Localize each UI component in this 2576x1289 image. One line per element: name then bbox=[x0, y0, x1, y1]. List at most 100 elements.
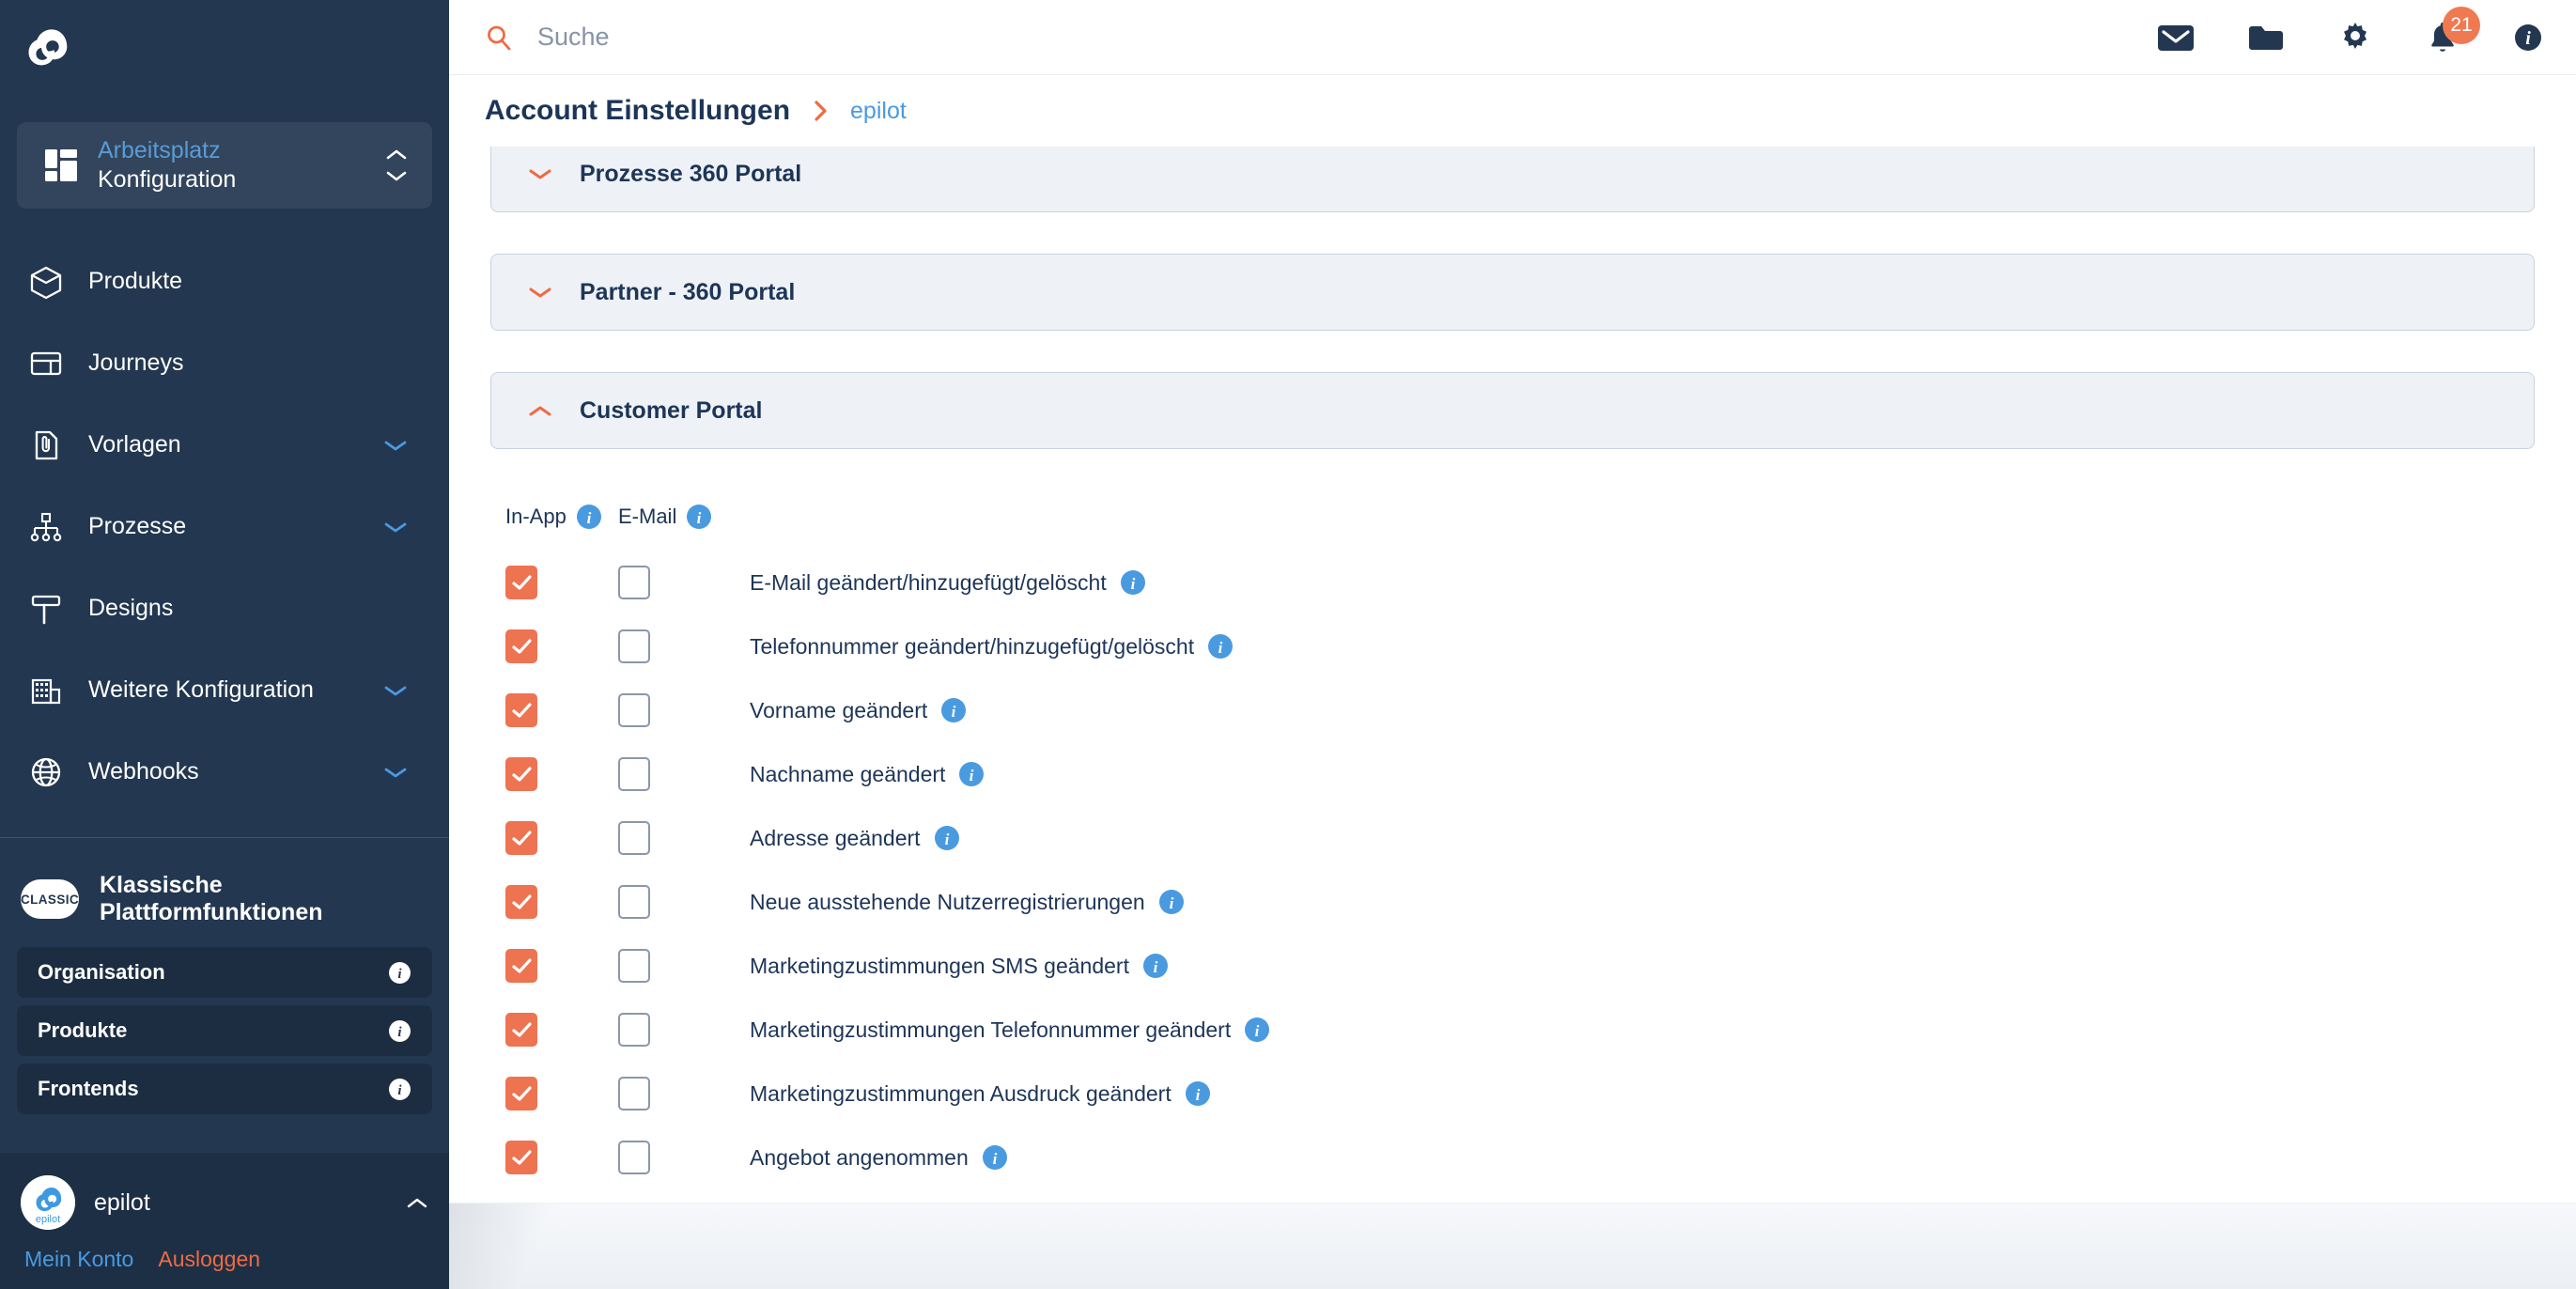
column-label: In-App bbox=[505, 505, 566, 528]
check-icon bbox=[511, 1021, 532, 1037]
workspace-bottom-label: Konfiguration bbox=[98, 166, 237, 193]
table-row: Adresse geändert i bbox=[490, 806, 2535, 870]
gear-icon[interactable] bbox=[2337, 20, 2373, 55]
in-app-checkbox[interactable] bbox=[505, 1141, 537, 1174]
in-app-cell bbox=[505, 1013, 618, 1047]
document-clip-icon bbox=[28, 427, 64, 463]
email-checkbox[interactable] bbox=[618, 885, 650, 919]
info-icon[interactable]: i bbox=[388, 961, 411, 985]
email-checkbox[interactable] bbox=[618, 693, 650, 727]
my-account-link[interactable]: Mein Konto bbox=[24, 1247, 133, 1272]
info-icon[interactable]: i bbox=[1158, 889, 1185, 915]
breadcrumb-link[interactable]: epilot bbox=[850, 98, 907, 125]
in-app-checkbox[interactable] bbox=[505, 566, 537, 599]
email-checkbox[interactable] bbox=[618, 821, 650, 855]
brand-logo[interactable] bbox=[0, 0, 449, 94]
info-icon[interactable]: i bbox=[576, 504, 602, 530]
sidebar-item-label: Webhooks bbox=[88, 758, 199, 784]
sidebar-item-vorlagen[interactable]: Vorlagen bbox=[0, 404, 449, 486]
sidebar-item-webhooks[interactable]: Webhooks bbox=[0, 731, 449, 813]
info-icon[interactable]: i bbox=[940, 697, 967, 723]
in-app-checkbox[interactable] bbox=[505, 757, 537, 791]
email-checkbox[interactable] bbox=[618, 1077, 650, 1110]
chevron-down-icon[interactable] bbox=[383, 520, 408, 534]
in-app-checkbox[interactable] bbox=[505, 821, 537, 855]
row-text: Adresse geändert bbox=[750, 825, 921, 850]
sidebar-item-produkte[interactable]: Produkte bbox=[0, 241, 449, 322]
table-row: Neue ausstehende Nutzerregistrierungen i bbox=[490, 870, 2535, 934]
content-footer bbox=[449, 1203, 2576, 1289]
classic-item-frontends[interactable]: Frontends i bbox=[17, 1064, 432, 1114]
email-cell bbox=[618, 1077, 731, 1110]
info-icon[interactable]: i bbox=[982, 1144, 1008, 1171]
info-icon[interactable]: i bbox=[1244, 1017, 1270, 1043]
section-prozesse-360-portal[interactable]: Prozesse 360 Portal bbox=[490, 147, 2535, 212]
classic-item-produkte[interactable]: Produkte i bbox=[17, 1005, 432, 1056]
check-icon bbox=[511, 830, 532, 846]
classic-section-title: Klassische Plattformfunktionen bbox=[100, 872, 323, 925]
in-app-checkbox[interactable] bbox=[505, 693, 537, 727]
search-input[interactable] bbox=[537, 23, 1063, 52]
sidebar-item-label: Vorlagen bbox=[88, 431, 181, 458]
email-checkbox[interactable] bbox=[618, 629, 650, 663]
in-app-checkbox[interactable] bbox=[505, 885, 537, 919]
sidebar-item-prozesse[interactable]: Prozesse bbox=[0, 486, 449, 567]
bell-icon[interactable]: 21 bbox=[2426, 6, 2480, 55]
check-icon bbox=[511, 574, 532, 590]
email-checkbox[interactable] bbox=[618, 757, 650, 791]
folder-icon[interactable] bbox=[2247, 23, 2285, 53]
settings-content: Prozesse 360 Portal Partner - 360 Portal… bbox=[449, 147, 2576, 1289]
info-icon[interactable]: i bbox=[388, 1019, 411, 1043]
top-bar: 21 i bbox=[449, 0, 2576, 75]
section-partner-360-portal[interactable]: Partner - 360 Portal bbox=[490, 254, 2535, 331]
info-icon[interactable]: i bbox=[1120, 569, 1146, 596]
logout-link[interactable]: Ausloggen bbox=[158, 1247, 260, 1272]
flow-icon bbox=[28, 509, 64, 545]
in-app-checkbox[interactable] bbox=[505, 949, 537, 983]
workspace-switcher[interactable]: Arbeitsplatz Konfiguration bbox=[17, 122, 432, 209]
chevron-down-icon[interactable] bbox=[383, 684, 408, 697]
chevron-down-icon[interactable] bbox=[383, 766, 408, 779]
building-icon bbox=[28, 673, 64, 708]
epilot-avatar-icon: epilot bbox=[21, 1175, 75, 1230]
section-title: Customer Portal bbox=[580, 396, 763, 424]
table-row: Marketingzustimmungen Telefonnummer geän… bbox=[490, 998, 2535, 1062]
check-icon bbox=[511, 893, 532, 909]
in-app-checkbox[interactable] bbox=[505, 1077, 537, 1110]
email-checkbox[interactable] bbox=[618, 949, 650, 983]
info-icon[interactable]: i bbox=[686, 504, 712, 530]
chevron-down-icon[interactable] bbox=[383, 439, 408, 452]
user-row[interactable]: epilot epilot bbox=[21, 1175, 428, 1230]
chevron-up-icon[interactable] bbox=[406, 1197, 428, 1209]
sidebar-item-designs[interactable]: Designs bbox=[0, 567, 449, 649]
in-app-cell bbox=[505, 757, 618, 791]
epilot-logo-icon bbox=[19, 21, 71, 73]
search-icon[interactable] bbox=[485, 23, 513, 52]
info-icon[interactable]: i bbox=[958, 761, 985, 787]
svg-text:i: i bbox=[1255, 1022, 1260, 1040]
email-cell bbox=[618, 566, 731, 599]
in-app-checkbox[interactable] bbox=[505, 629, 537, 663]
email-checkbox[interactable] bbox=[618, 1141, 650, 1174]
section-customer-portal[interactable]: Customer Portal bbox=[490, 372, 2535, 449]
sidebar-item-weitere-konfiguration[interactable]: Weitere Konfiguration bbox=[0, 649, 449, 731]
svg-text:epilot: epilot bbox=[36, 1214, 60, 1225]
info-icon[interactable]: i bbox=[388, 1078, 411, 1101]
email-cell bbox=[618, 1013, 731, 1047]
info-icon[interactable]: i bbox=[1142, 953, 1169, 979]
breadcrumb: Account Einstellungen epilot bbox=[449, 75, 2576, 147]
info-icon[interactable]: i bbox=[1185, 1080, 1211, 1107]
workspace-chevrons[interactable] bbox=[385, 148, 408, 182]
row-text: Telefonnummer geändert/hinzugefügt/gelös… bbox=[750, 633, 1195, 659]
grid-icon bbox=[45, 149, 77, 181]
in-app-checkbox[interactable] bbox=[505, 1013, 537, 1047]
svg-text:i: i bbox=[952, 703, 956, 721]
email-checkbox[interactable] bbox=[618, 1013, 650, 1047]
info-icon[interactable]: i bbox=[1207, 633, 1234, 660]
classic-item-organisation[interactable]: Organisation i bbox=[17, 947, 432, 998]
info-icon[interactable]: i bbox=[934, 825, 960, 851]
sidebar-item-journeys[interactable]: Journeys bbox=[0, 322, 449, 404]
email-checkbox[interactable] bbox=[618, 566, 650, 599]
mail-icon[interactable] bbox=[2157, 23, 2195, 53]
info-icon[interactable]: i bbox=[2512, 22, 2544, 54]
